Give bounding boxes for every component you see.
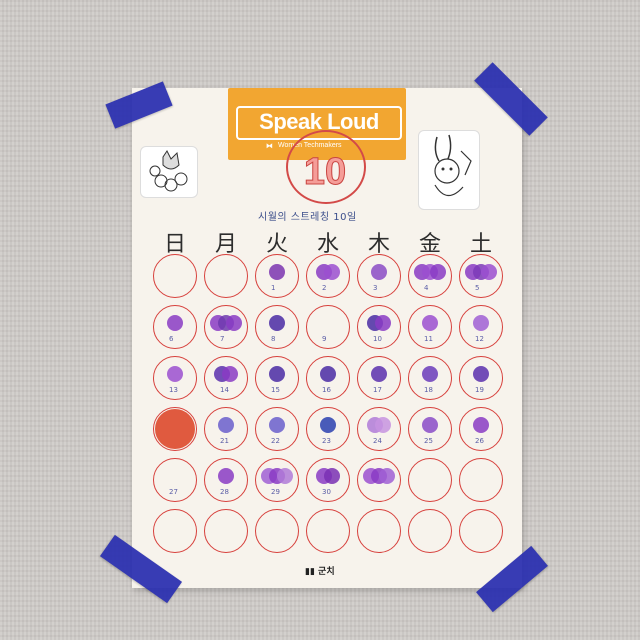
- day-number: 22: [271, 437, 280, 445]
- day-number: 24: [373, 437, 382, 445]
- day-number: 30: [322, 488, 331, 496]
- day-cell: [459, 458, 503, 502]
- footer-logo: ▮▮ 군치: [305, 567, 335, 577]
- day-number: 18: [424, 386, 433, 394]
- big-red-sticker: [155, 409, 195, 449]
- sticker-dot: [269, 264, 285, 280]
- day-number: 16: [322, 386, 331, 394]
- sticker-dot: [218, 417, 234, 433]
- cat-flower-sticker: [140, 146, 198, 198]
- day-number: 10: [373, 335, 382, 343]
- sticker-dot: [481, 264, 497, 280]
- day-number: 14: [220, 386, 229, 394]
- calendar-subtitle: 시월의 스트레칭 10일: [258, 212, 357, 223]
- day-number: 29: [271, 488, 280, 496]
- day-cell: [306, 305, 350, 349]
- day-number: 4: [424, 284, 429, 292]
- sticker-dot: [269, 417, 285, 433]
- sticker-dot: [473, 366, 489, 382]
- sticker-dot: [375, 315, 391, 331]
- sticker-dot: [277, 468, 293, 484]
- day-number: 12: [475, 335, 484, 343]
- sticker-dot: [422, 417, 438, 433]
- sticker-dot: [324, 264, 340, 280]
- day-number: 19: [475, 386, 484, 394]
- day-number: 15: [271, 386, 280, 394]
- sticker-dot: [473, 417, 489, 433]
- day-cell: [408, 458, 452, 502]
- day-number: 9: [322, 335, 327, 343]
- sticker-dot: [218, 468, 234, 484]
- sticker-dot: [320, 366, 336, 382]
- day-cell: [357, 509, 401, 553]
- sticker-dot: [269, 315, 285, 331]
- sticker-dot: [324, 468, 340, 484]
- day-cell: [153, 509, 197, 553]
- sticker-dot: [379, 468, 395, 484]
- day-cell: [255, 509, 299, 553]
- day-number: 11: [424, 335, 433, 343]
- day-cell: [408, 509, 452, 553]
- sticker-dot: [269, 366, 285, 382]
- day-number: 13: [169, 386, 178, 394]
- day-cell: [306, 509, 350, 553]
- day-cell: [153, 254, 197, 298]
- day-cell: [204, 254, 248, 298]
- day-number: 3: [373, 284, 378, 292]
- day-number: 25: [424, 437, 433, 445]
- day-number: 23: [322, 437, 331, 445]
- sticker-dot: [320, 417, 336, 433]
- sticker-dot: [473, 315, 489, 331]
- sticker-dot: [422, 315, 438, 331]
- day-number: 5: [475, 284, 480, 292]
- day-number: 26: [475, 437, 484, 445]
- day-number: 8: [271, 335, 276, 343]
- day-cell: [459, 509, 503, 553]
- rabbit-sticker: [418, 130, 480, 210]
- day-number: 21: [220, 437, 229, 445]
- day-number: 6: [169, 335, 174, 343]
- sticker-dot: [222, 366, 238, 382]
- sticker-dot: [167, 366, 183, 382]
- sticker-dot: [371, 366, 387, 382]
- sticker-dot: [422, 366, 438, 382]
- month-number: 10: [303, 151, 347, 193]
- sticker-dot: [371, 264, 387, 280]
- day-number: 1: [271, 284, 276, 292]
- day-number: 27: [169, 488, 178, 496]
- sticker-dot: [430, 264, 446, 280]
- wtm-logo-icon: ⧓: [266, 142, 273, 150]
- day-number: 7: [220, 335, 225, 343]
- sticker-dot: [167, 315, 183, 331]
- sticker-dot: [226, 315, 242, 331]
- sticker-dot: [375, 417, 391, 433]
- day-number: 17: [373, 386, 382, 394]
- day-cell: [204, 509, 248, 553]
- day-number: 28: [220, 488, 229, 496]
- day-number: 2: [322, 284, 327, 292]
